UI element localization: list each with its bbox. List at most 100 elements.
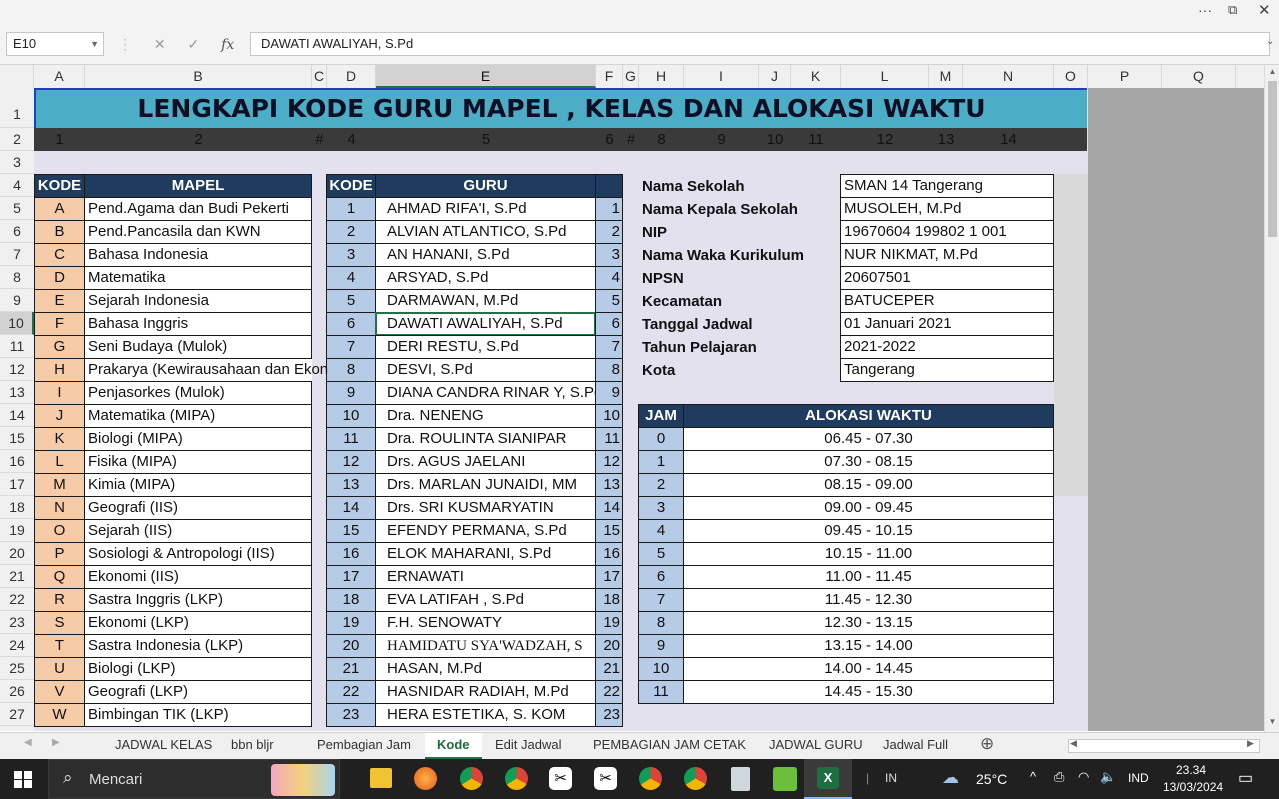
column-header[interactable]: O: [1054, 65, 1088, 88]
guru-index-cell[interactable]: 14: [595, 496, 623, 520]
keyboard-layout[interactable]: IND: [1128, 771, 1149, 785]
row-header[interactable]: 15: [0, 427, 34, 450]
alokasi-cell[interactable]: 10.15 - 11.00: [683, 542, 1054, 566]
info-label[interactable]: NPSN: [642, 267, 684, 290]
guru-index-cell[interactable]: 21: [595, 657, 623, 681]
guru-name-cell[interactable]: ALVIAN ATLANTICO, S.Pd: [375, 220, 596, 244]
guru-name-cell[interactable]: ARSYAD, S.Pd: [375, 266, 596, 290]
row-header[interactable]: 13: [0, 381, 34, 404]
sheet-tab[interactable]: Edit Jadwal: [483, 733, 573, 757]
guru-kode-cell[interactable]: 17: [326, 565, 376, 589]
row-header[interactable]: 3: [0, 151, 34, 174]
volume-icon[interactable]: 🔈: [1100, 769, 1116, 785]
mapel-kode-cell[interactable]: I: [34, 381, 85, 405]
mapel-kode-cell[interactable]: J: [34, 404, 85, 428]
guru-name-cell[interactable]: Drs. SRI KUSMARYATIN: [375, 496, 596, 520]
guru-kode-cell[interactable]: 13: [326, 473, 376, 497]
guru-kode-cell[interactable]: 2: [326, 220, 376, 244]
capcut-icon[interactable]: ✂: [549, 767, 572, 790]
table-header[interactable]: JAM: [638, 404, 684, 428]
jam-cell[interactable]: 5: [638, 542, 684, 566]
row-header[interactable]: 26: [0, 680, 34, 703]
mapel-kode-cell[interactable]: H: [34, 358, 85, 382]
row-header[interactable]: 24: [0, 634, 34, 657]
tab-next-icon[interactable]: ▶: [52, 737, 60, 748]
sheet-tab[interactable]: PEMBAGIAN JAM CETAK: [581, 733, 758, 757]
mapel-name-cell[interactable]: Sastra Inggris (LKP): [84, 588, 312, 612]
jam-cell[interactable]: 4: [638, 519, 684, 543]
cancel-icon[interactable]: ✕: [154, 36, 166, 52]
mapel-name-cell[interactable]: Prakarya (Kewirausahaan dan Ekon: [84, 358, 328, 382]
info-value-cell[interactable]: 19670604 199802 1 001: [840, 220, 1054, 244]
info-value-cell[interactable]: 20607501: [840, 266, 1054, 290]
excel-taskbar-button[interactable]: X: [804, 759, 852, 799]
column-header[interactable]: L: [841, 65, 929, 88]
name-box[interactable]: E10 ▼: [6, 32, 104, 56]
guru-index-cell[interactable]: 8: [595, 358, 623, 382]
mapel-kode-cell[interactable]: P: [34, 542, 85, 566]
column-header[interactable]: D: [327, 65, 376, 88]
column-header[interactable]: G: [623, 65, 639, 88]
table-header[interactable]: KODE: [326, 174, 376, 198]
capcut-icon[interactable]: ✂: [594, 767, 617, 790]
guru-name-cell[interactable]: HAMIDATU SYA'WADZAH, S: [375, 634, 596, 658]
guru-kode-cell[interactable]: 4: [326, 266, 376, 290]
selected-cell[interactable]: DAWATI AWALIYAH, S.Pd: [375, 312, 596, 336]
info-label[interactable]: Kecamatan: [642, 290, 722, 313]
scroll-thumb[interactable]: [1268, 81, 1277, 237]
column-header[interactable]: B: [85, 65, 312, 88]
row-header[interactable]: 22: [0, 588, 34, 611]
mapel-kode-cell[interactable]: U: [34, 657, 85, 681]
mapel-name-cell[interactable]: Matematika (MIPA): [84, 404, 312, 428]
guru-name-cell[interactable]: Drs. MARLAN JUNAIDI, MM: [375, 473, 596, 497]
guru-kode-cell[interactable]: 14: [326, 496, 376, 520]
outside-print-area[interactable]: [1088, 88, 1264, 731]
info-value-cell[interactable]: 2021-2022: [840, 335, 1054, 359]
scroll-up-icon[interactable]: ▲: [1265, 67, 1279, 76]
row-header[interactable]: 27: [0, 703, 34, 726]
guru-kode-cell[interactable]: 15: [326, 519, 376, 543]
mapel-name-cell[interactable]: Bahasa Inggris: [84, 312, 312, 336]
sheet-tab[interactable]: Pembagian Jam: [305, 733, 423, 757]
guru-name-cell[interactable]: AN HANANI, S.Pd: [375, 243, 596, 267]
file-explorer-icon[interactable]: [370, 768, 392, 788]
guru-name-cell[interactable]: Drs. AGUS JAELANI: [375, 450, 596, 474]
mapel-kode-cell[interactable]: F: [34, 312, 85, 336]
sheet-tab[interactable]: bbn bljr: [219, 733, 286, 757]
row-header[interactable]: 6: [0, 220, 34, 243]
guru-kode-cell[interactable]: 9: [326, 381, 376, 405]
windows-start-icon[interactable]: [14, 771, 32, 788]
mapel-name-cell[interactable]: Sejarah (IIS): [84, 519, 312, 543]
guru-index-cell[interactable]: 9: [595, 381, 623, 405]
guru-kode-cell[interactable]: 16: [326, 542, 376, 566]
more-options-icon[interactable]: ···: [1198, 2, 1212, 18]
scroll-left-icon[interactable]: ◀: [1070, 738, 1077, 749]
chrome-profile-icon[interactable]: [639, 767, 662, 790]
guru-kode-cell[interactable]: 5: [326, 289, 376, 313]
mapel-kode-cell[interactable]: W: [34, 703, 85, 727]
alokasi-cell[interactable]: 09.45 - 10.15: [683, 519, 1054, 543]
alokasi-cell[interactable]: 06.45 - 07.30: [683, 427, 1054, 451]
guru-index-cell[interactable]: 4: [595, 266, 623, 290]
alokasi-cell[interactable]: 11.00 - 11.45: [683, 565, 1054, 589]
mapel-kode-cell[interactable]: M: [34, 473, 85, 497]
guru-kode-cell[interactable]: 10: [326, 404, 376, 428]
guru-index-cell[interactable]: 10: [595, 404, 623, 428]
guru-kode-cell[interactable]: 19: [326, 611, 376, 635]
guru-index-cell[interactable]: 1: [595, 197, 623, 221]
scroll-right-icon[interactable]: ▶: [1247, 738, 1254, 749]
column-header[interactable]: F: [596, 65, 623, 88]
info-label[interactable]: Tanggal Jadwal: [642, 313, 753, 336]
column-header[interactable]: P: [1088, 65, 1162, 88]
firefox-icon[interactable]: [414, 767, 437, 790]
alokasi-cell[interactable]: 11.45 - 12.30: [683, 588, 1054, 612]
guru-index-cell[interactable]: 20: [595, 634, 623, 658]
info-label[interactable]: Nama Kepala Sekolah: [642, 198, 798, 221]
mapel-kode-cell[interactable]: G: [34, 335, 85, 359]
mapel-kode-cell[interactable]: Q: [34, 565, 85, 589]
row-header[interactable]: 19: [0, 519, 34, 542]
expand-formula-icon[interactable]: ⌄: [1266, 36, 1274, 47]
guru-name-cell[interactable]: EVA LATIFAH , S.Pd: [375, 588, 596, 612]
sheet-tab[interactable]: Jadwal Full: [871, 733, 960, 757]
guru-kode-cell[interactable]: 18: [326, 588, 376, 612]
